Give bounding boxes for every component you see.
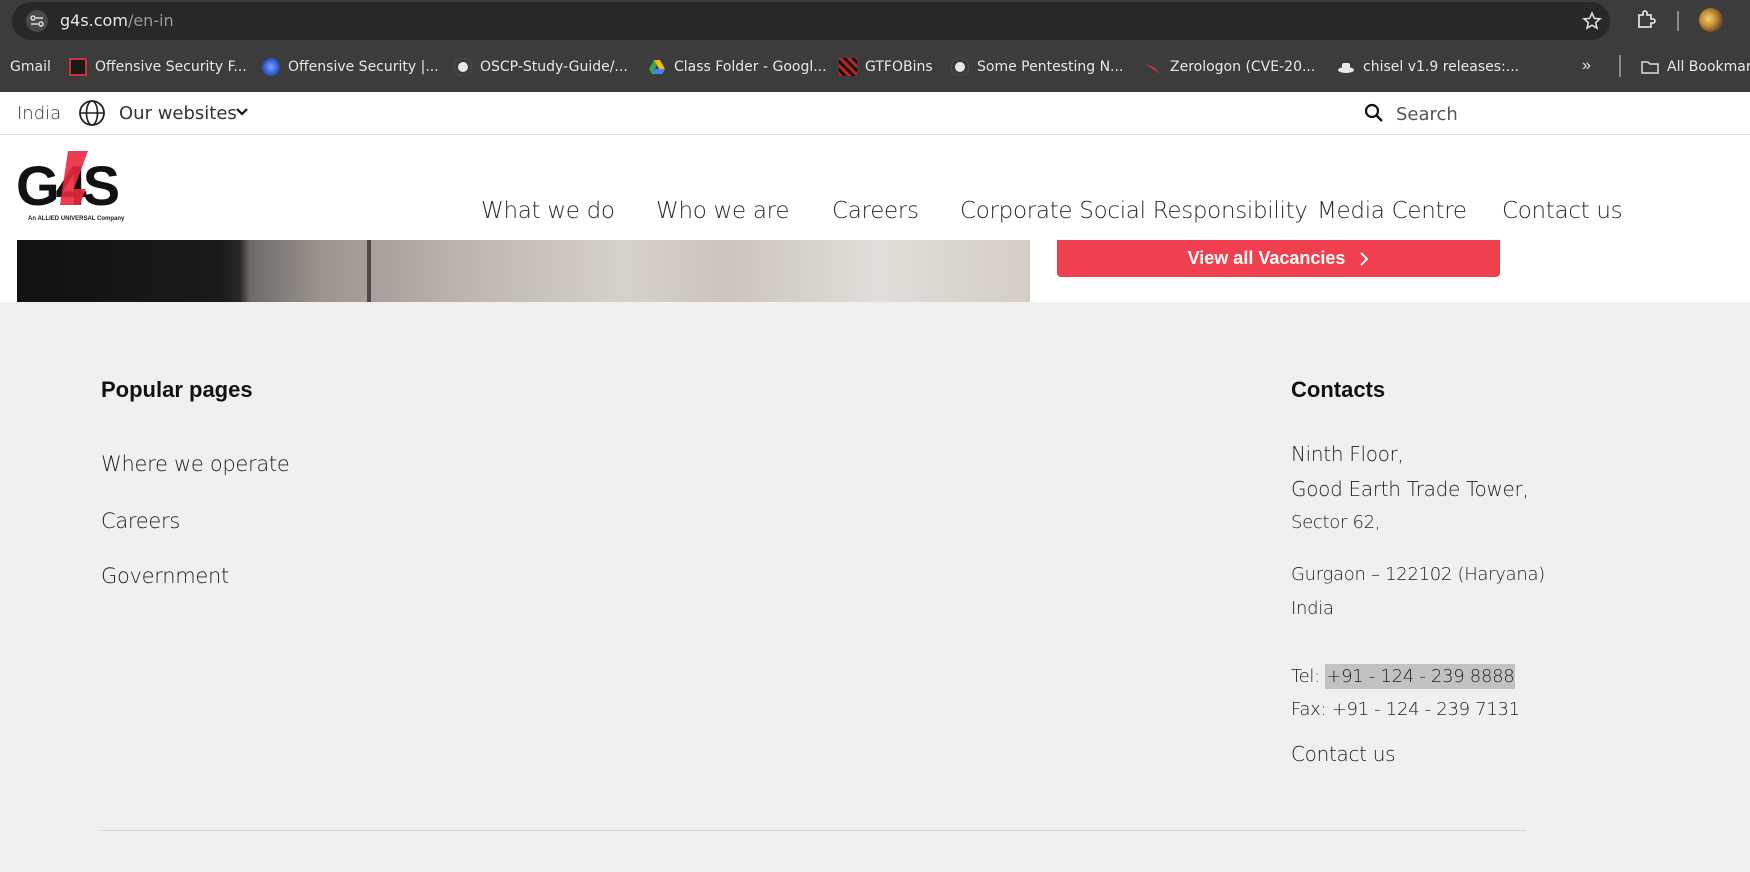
address-line: Ninth Floor, bbox=[1291, 442, 1404, 466]
footer-link-government[interactable]: Government bbox=[101, 564, 229, 588]
nav-media-centre[interactable]: Media Centre bbox=[1317, 198, 1467, 224]
tel-label: Tel: bbox=[1291, 666, 1326, 687]
fax-number: +91 - 124 - 239 7131 bbox=[1331, 699, 1520, 720]
bookmark-label: OSCP-Study-Guide/... bbox=[480, 59, 628, 75]
contacts-heading: Contacts bbox=[1291, 377, 1386, 402]
hero-image bbox=[17, 240, 1030, 302]
nav-careers[interactable]: Careers bbox=[832, 198, 919, 224]
bookmark-oscp-guide[interactable]: OSCP-Study-Guide/... bbox=[454, 57, 628, 77]
all-bookmarks-label: All Bookmarks bbox=[1667, 59, 1750, 75]
bookmark-star-icon[interactable] bbox=[1582, 11, 1602, 31]
bookmark-offsec-2[interactable]: Offensive Security |... bbox=[262, 57, 439, 77]
all-bookmarks[interactable]: All Bookmarks bbox=[1641, 57, 1750, 77]
footer-divider bbox=[101, 830, 1526, 831]
bird-icon bbox=[1145, 64, 1160, 74]
bookmark-label: Class Folder - Googl... bbox=[674, 59, 827, 75]
gtfobins-icon bbox=[839, 58, 857, 76]
bookmarks-divider bbox=[1619, 55, 1621, 77]
bookmarks-bar: Gmail Offensive Security F... Offensive … bbox=[0, 41, 1750, 92]
bookmark-label: Offensive Security F... bbox=[95, 59, 247, 75]
nav-what-we-do[interactable]: What we do bbox=[481, 198, 615, 224]
logo-tagline: An ALLIED UNIVERSAL Company bbox=[28, 216, 125, 222]
country-label[interactable]: India bbox=[17, 103, 61, 124]
fax-label: Fax: bbox=[1291, 699, 1332, 720]
footer-contact-us-link[interactable]: Contact us bbox=[1291, 742, 1396, 766]
view-all-vacancies-button[interactable]: View all Vacancies bbox=[1057, 240, 1500, 277]
hero-section: View all Vacancies bbox=[0, 240, 1750, 302]
address-line: India bbox=[1291, 598, 1334, 619]
site-header: G4S An ALLIED UNIVERSAL Company What we … bbox=[0, 135, 1750, 240]
bookmark-zerologon[interactable]: Zerologon (CVE-20... bbox=[1144, 57, 1315, 77]
bookmark-gtfobins[interactable]: GTFOBins bbox=[839, 57, 933, 77]
extensions-icon[interactable] bbox=[1634, 8, 1658, 32]
url-host: g4s.com bbox=[60, 11, 128, 30]
hat-icon bbox=[1338, 63, 1354, 73]
gmail-icon bbox=[0, 58, 2, 76]
fax-line: Fax: +91 - 124 - 239 7131 bbox=[1291, 699, 1520, 720]
more-bookmarks-chevron-icon[interactable]: » bbox=[1582, 57, 1591, 75]
bookmark-gmail[interactable]: Gmail bbox=[0, 57, 51, 77]
site-utility-bar: India Our websites bbox=[0, 92, 1750, 135]
address-line: Sector 62, bbox=[1291, 512, 1381, 533]
site-settings-icon[interactable] bbox=[26, 10, 48, 32]
footer-link-careers[interactable]: Careers bbox=[101, 509, 180, 533]
browser-toolbar: g4s.com/en-in bbox=[0, 0, 1750, 41]
our-websites-dropdown[interactable]: Our websites bbox=[119, 103, 237, 124]
bookmark-label: Zerologon (CVE-20... bbox=[1170, 59, 1316, 75]
bookmark-pentesting-notes[interactable]: Some Pentesting N... bbox=[951, 57, 1123, 77]
toolbar-divider bbox=[1677, 11, 1679, 31]
search-input[interactable] bbox=[1396, 101, 1596, 127]
folder-icon bbox=[1641, 61, 1659, 74]
offsec-icon bbox=[69, 58, 87, 76]
bookmark-offsec-1[interactable]: Offensive Security F... bbox=[69, 57, 247, 77]
google-drive-icon bbox=[649, 60, 665, 74]
chevron-down-icon[interactable] bbox=[236, 107, 248, 117]
bookmark-class-folder[interactable]: Class Folder - Googl... bbox=[648, 57, 827, 77]
vacancies-button-label: View all Vacancies bbox=[1187, 248, 1346, 268]
bookmark-label: Offensive Security |... bbox=[288, 59, 439, 75]
address-bar[interactable]: g4s.com/en-in bbox=[12, 2, 1610, 40]
address-line: Good Earth Trade Tower, bbox=[1291, 477, 1529, 501]
url-path: /en-in bbox=[127, 11, 174, 30]
bookmark-label: GTFOBins bbox=[865, 59, 933, 75]
offsec-blue-icon bbox=[262, 58, 280, 76]
site-footer: Popular pages Where we operate Careers G… bbox=[0, 302, 1750, 872]
url-text[interactable]: g4s.com/en-in bbox=[60, 11, 174, 30]
globe-icon bbox=[79, 100, 105, 126]
nav-who-we-are[interactable]: Who we are bbox=[656, 198, 789, 224]
popular-pages-heading: Popular pages bbox=[101, 377, 253, 402]
tel-number[interactable]: +91 - 124 - 239 8888 bbox=[1325, 664, 1516, 689]
search-icon[interactable] bbox=[1364, 103, 1384, 123]
bookmark-label: Some Pentesting N... bbox=[977, 59, 1124, 75]
nav-csr[interactable]: Corporate Social Responsibility bbox=[960, 198, 1308, 224]
github-icon bbox=[454, 58, 472, 76]
footer-link-where-we-operate[interactable]: Where we operate bbox=[101, 452, 290, 476]
address-line: Gurgaon – 122102 (Haryana) bbox=[1291, 564, 1545, 585]
bookmark-chisel[interactable]: chisel v1.9 releases:... bbox=[1337, 57, 1519, 77]
bookmark-label: chisel v1.9 releases:... bbox=[1363, 59, 1520, 75]
tel-line: Tel: +91 - 124 - 239 8888 bbox=[1291, 664, 1516, 689]
bookmark-label: Gmail bbox=[10, 59, 51, 75]
github-icon bbox=[951, 58, 969, 76]
chevron-right-icon bbox=[1360, 251, 1369, 266]
profile-avatar[interactable] bbox=[1699, 8, 1723, 32]
nav-contact-us[interactable]: Contact us bbox=[1502, 198, 1623, 224]
